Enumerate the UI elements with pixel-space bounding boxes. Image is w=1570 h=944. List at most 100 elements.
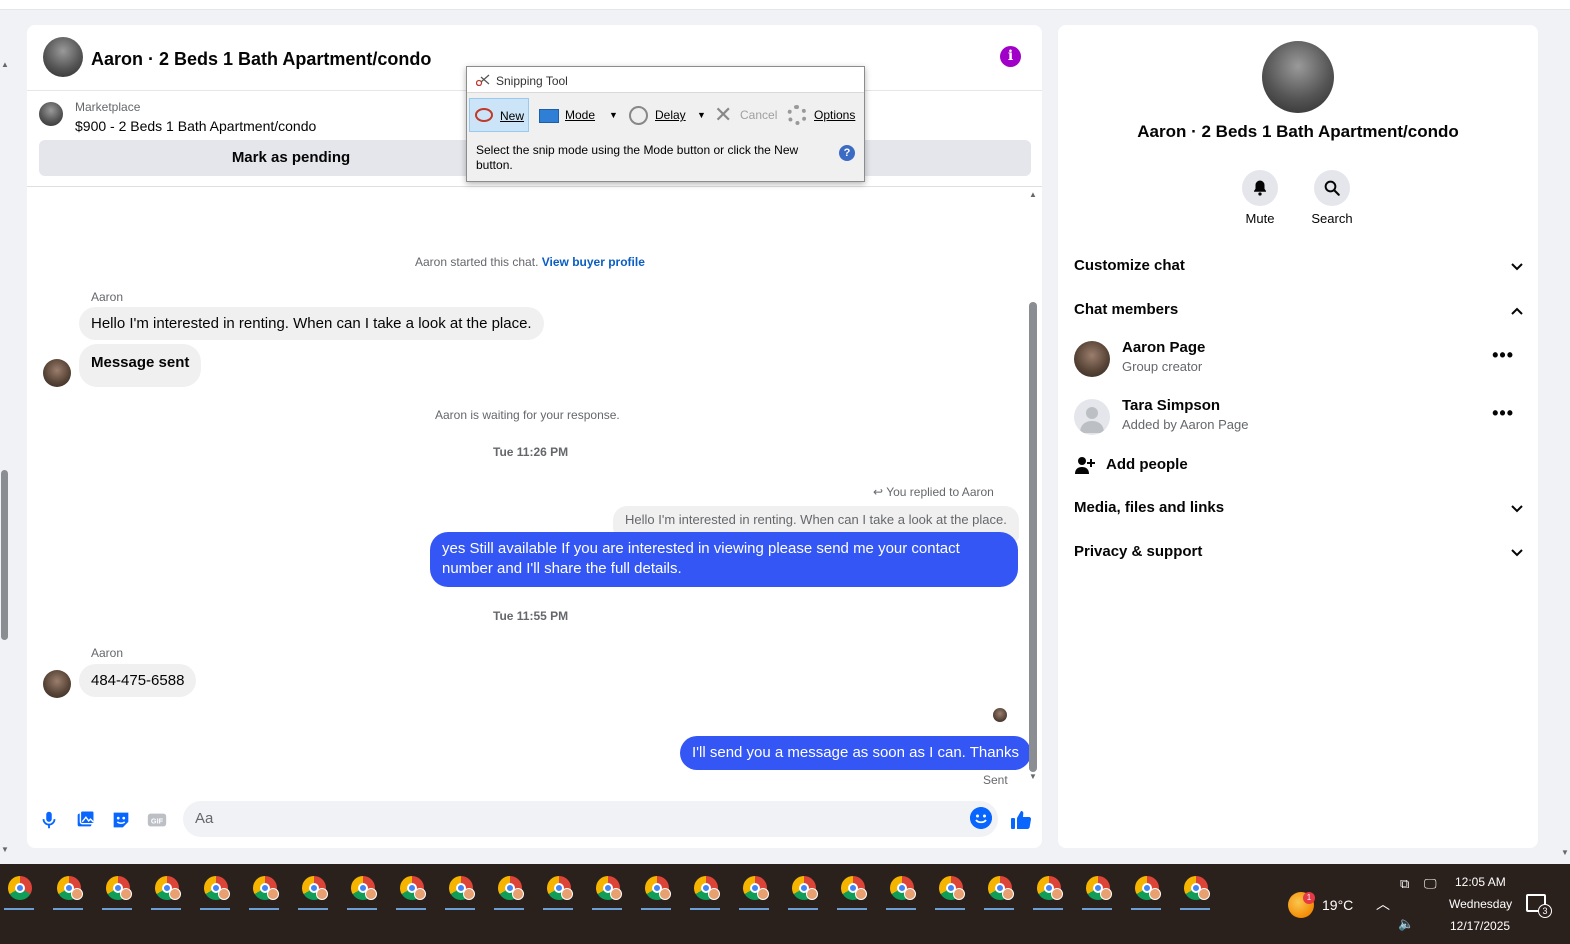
gear-icon xyxy=(787,105,807,125)
scroll-down-arrow-icon[interactable]: ▼ xyxy=(0,845,10,854)
meet-now-icon[interactable]: ⧉ xyxy=(1400,876,1409,892)
window-scroll-down-icon[interactable]: ▼ xyxy=(1560,848,1570,857)
temperature[interactable]: 19°C xyxy=(1322,897,1353,913)
chat-started-notice: Aaron started this chat. View buyer prof… xyxy=(415,255,645,269)
media-files-links-row[interactable]: Media, files and links xyxy=(1074,499,1524,521)
speaker-icon[interactable]: 🔈 xyxy=(1398,916,1414,932)
window-scrollbar[interactable]: ▼ xyxy=(1560,40,1570,860)
incoming-message[interactable]: Message sent xyxy=(79,344,202,387)
messages-scroll-up-icon[interactable]: ▲ xyxy=(1027,190,1039,199)
member-row[interactable]: Tara Simpson Added by Aaron Page ••• xyxy=(1074,395,1524,439)
add-people-row[interactable]: Add people xyxy=(1074,455,1524,477)
network-icon[interactable]: 🖵 xyxy=(1424,876,1437,892)
chevron-up-icon xyxy=(1511,307,1523,315)
snip-new-button[interactable]: New xyxy=(469,98,529,132)
clock-date[interactable]: 12/17/2025 xyxy=(1450,919,1510,933)
member-avatar[interactable] xyxy=(1074,399,1110,435)
chrome-taskbar-icon[interactable] xyxy=(639,872,673,910)
chat-avatar[interactable] xyxy=(43,37,83,77)
chrome-taskbar-icon[interactable] xyxy=(982,872,1016,910)
snipping-tool-titlebar[interactable]: Snipping Tool xyxy=(467,67,864,93)
chat-title[interactable]: Aaron · 2 Beds 1 Bath Apartment/condo xyxy=(91,49,431,70)
help-icon[interactable]: ? xyxy=(839,145,855,161)
chrome-taskbar-icon[interactable] xyxy=(247,872,281,910)
view-buyer-profile-link[interactable]: View buyer profile xyxy=(542,255,645,269)
chrome-taskbar-icon[interactable] xyxy=(688,872,722,910)
member-avatar[interactable] xyxy=(1074,341,1110,377)
delay-dropdown-icon[interactable]: ▼ xyxy=(697,98,706,132)
chat-info-avatar[interactable] xyxy=(1262,41,1334,113)
composer: GIF Aa xyxy=(27,795,1042,848)
clock-day[interactable]: Wednesday xyxy=(1449,897,1512,911)
info-icon[interactable]: i xyxy=(1000,46,1021,67)
more-icon[interactable]: ••• xyxy=(1492,403,1514,424)
page-scroll-thumb[interactable] xyxy=(1,470,8,640)
messages-scrollbar[interactable]: ▲ ▼ xyxy=(1027,190,1039,786)
thumbs-up-icon[interactable] xyxy=(1009,808,1033,832)
sticker-icon[interactable] xyxy=(110,809,132,831)
chrome-taskbar-icon[interactable] xyxy=(149,872,183,910)
default-person-icon xyxy=(1080,407,1104,433)
new-snip-icon xyxy=(475,108,493,122)
emoji-icon[interactable] xyxy=(970,807,992,829)
snip-delay-button[interactable]: Delay ▼ xyxy=(629,98,709,132)
chrome-taskbar-icon[interactable] xyxy=(198,872,232,910)
chrome-taskbar-icon[interactable] xyxy=(737,872,771,910)
chrome-taskbar-icon[interactable] xyxy=(100,872,134,910)
browser-top-strip xyxy=(0,0,1570,10)
sender-avatar[interactable] xyxy=(43,670,71,698)
chrome-taskbar-icon[interactable] xyxy=(492,872,526,910)
snip-cancel-button[interactable]: ✕ Cancel xyxy=(714,98,780,132)
chrome-taskbar-icon[interactable] xyxy=(933,872,967,910)
photo-icon[interactable] xyxy=(74,809,96,831)
member-role: Group creator xyxy=(1122,359,1203,374)
message-input[interactable]: Aa xyxy=(183,801,998,837)
incoming-message[interactable]: Hello I'm interested in renting. When ca… xyxy=(79,307,544,340)
gif-icon[interactable]: GIF xyxy=(146,809,168,831)
chrome-taskbar-icon[interactable] xyxy=(884,872,918,910)
chrome-taskbar-icon[interactable] xyxy=(541,872,575,910)
search-button[interactable]: Search xyxy=(1302,170,1362,226)
chat-members-row[interactable]: Chat members xyxy=(1074,301,1524,323)
chrome-taskbar-icon[interactable] xyxy=(345,872,379,910)
microphone-icon[interactable] xyxy=(38,809,60,831)
chrome-taskbar-icon[interactable] xyxy=(835,872,869,910)
sender-avatar[interactable] xyxy=(43,359,71,387)
clock-time[interactable]: 12:05 AM xyxy=(1455,875,1506,889)
page-scrollbar[interactable]: ▲ ▼ xyxy=(0,50,10,860)
chrome-taskbar-icon[interactable] xyxy=(2,872,36,910)
chrome-taskbar-icon[interactable] xyxy=(1129,872,1163,910)
messages-scroll-thumb[interactable] xyxy=(1029,302,1037,772)
outgoing-message[interactable]: yes Still available If you are intereste… xyxy=(430,532,1018,587)
chrome-taskbar-icon[interactable] xyxy=(296,872,330,910)
customize-chat-row[interactable]: Customize chat xyxy=(1074,257,1524,279)
mute-button[interactable]: Mute xyxy=(1230,170,1290,226)
chrome-taskbar-icon[interactable] xyxy=(1031,872,1065,910)
chrome-taskbar-icon[interactable] xyxy=(1080,872,1114,910)
marketplace-label: Marketplace xyxy=(75,100,141,114)
notification-count: 3 xyxy=(1538,904,1552,918)
chevron-up-icon[interactable]: ︿ xyxy=(1376,894,1390,914)
mode-dropdown-icon[interactable]: ▼ xyxy=(609,98,618,132)
privacy-support-row[interactable]: Privacy & support xyxy=(1074,543,1524,565)
listing-thumbnail[interactable] xyxy=(39,102,63,126)
scroll-up-arrow-icon[interactable]: ▲ xyxy=(0,60,10,69)
member-row[interactable]: Aaron Page Group creator ••• xyxy=(1074,337,1524,381)
waiting-notice: Aaron is waiting for your response. xyxy=(435,408,620,422)
snip-mode-label: Mode xyxy=(565,108,596,122)
chrome-taskbar-icon[interactable] xyxy=(786,872,820,910)
listing-title[interactable]: $900 - 2 Beds 1 Bath Apartment/condo xyxy=(75,118,316,134)
outgoing-message[interactable]: I'll send you a message as soon as I can… xyxy=(680,736,1031,770)
snip-mode-button[interactable]: Mode ▼ xyxy=(537,98,621,132)
chrome-taskbar-icon[interactable] xyxy=(590,872,624,910)
chrome-taskbar-icon[interactable] xyxy=(51,872,85,910)
more-icon[interactable]: ••• xyxy=(1492,345,1514,366)
snip-options-button[interactable]: Options xyxy=(787,98,863,132)
chat-members-label: Chat members xyxy=(1074,301,1179,318)
svg-text:GIF: GIF xyxy=(151,817,164,826)
chrome-taskbar-icon[interactable] xyxy=(394,872,428,910)
messages-scroll-down-icon[interactable]: ▼ xyxy=(1027,772,1039,781)
chrome-taskbar-icon[interactable] xyxy=(1178,872,1212,910)
incoming-message[interactable]: 484-475-6588 xyxy=(79,664,197,697)
chrome-taskbar-icon[interactable] xyxy=(443,872,477,910)
